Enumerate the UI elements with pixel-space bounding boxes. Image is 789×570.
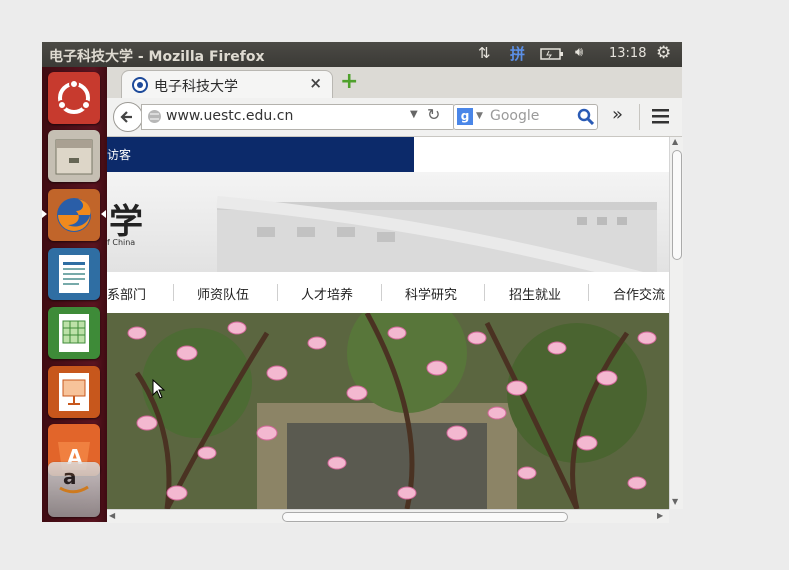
horizontal-scrollbar[interactable]: ◀ ▶ [107, 509, 669, 523]
navigation-bar: www.uestc.edu.cn ▼ ↻ g ▼ Google » [107, 98, 682, 137]
magnolia-tree-image [107, 313, 669, 509]
campus-building-image [216, 196, 657, 272]
search-icon[interactable] [577, 108, 594, 125]
magnolia-photo [107, 313, 669, 509]
menu-item-cooperation[interactable]: 合作交流 [613, 284, 665, 303]
ubuntu-dash-icon[interactable] [48, 72, 100, 124]
menu-item-admissions[interactable]: 招生就业 [509, 284, 561, 303]
toolbar-divider [639, 104, 640, 130]
vertical-scrollbar[interactable]: ▲ ▼ [669, 137, 683, 509]
logo-glyph: 学 [109, 202, 143, 242]
menu-separator [484, 284, 485, 301]
menu-separator [381, 284, 382, 301]
search-placeholder: Google [490, 108, 540, 124]
menu-separator [173, 284, 174, 301]
scroll-up-icon[interactable]: ▲ [672, 137, 678, 146]
header-banner: 学 f China [107, 172, 669, 272]
search-box[interactable]: g ▼ Google [453, 104, 598, 130]
scroll-right-icon[interactable]: ▶ [657, 511, 663, 520]
input-method-indicator[interactable]: 拼 [510, 43, 525, 64]
new-tab-button[interactable]: + [340, 69, 358, 94]
svg-text:a: a [63, 465, 77, 489]
window-title: 电子科技大学 - Mozilla Firefox [49, 49, 265, 65]
menu-separator [588, 284, 589, 301]
top-panel: 电子科技大学 - Mozilla Firefox ⇅ 拼 🔊︎ 13:18 ⚙ [42, 42, 682, 67]
vertical-scroll-thumb[interactable] [672, 150, 682, 260]
menu-separator [277, 284, 278, 301]
launcher: A a [42, 67, 107, 522]
writer-icon[interactable] [48, 248, 100, 300]
impress-icon[interactable] [48, 366, 100, 418]
scroll-left-icon[interactable]: ◀ [109, 511, 115, 520]
mouse-cursor-icon [152, 379, 166, 399]
battery-icon[interactable] [540, 47, 564, 65]
focus-indicator [101, 210, 106, 218]
scroll-down-icon[interactable]: ▼ [672, 497, 678, 506]
network-icon[interactable]: ⇅ [478, 44, 491, 62]
files-icon[interactable] [48, 130, 100, 182]
url-text: www.uestc.edu.cn [166, 108, 294, 124]
reload-icon[interactable]: ↻ [427, 105, 440, 124]
firefox-icon[interactable] [48, 189, 100, 241]
scroll-corner [669, 509, 682, 522]
top-link-bar: 访客 [107, 137, 414, 172]
logo-subtitle: f China [107, 238, 136, 247]
menu-item-education[interactable]: 人才培养 [301, 284, 353, 303]
page-content: 访客 学 f China 系部门 师资队伍 人才培养 科学研究 招生就业 合作交… [107, 137, 669, 509]
back-button[interactable] [113, 102, 143, 132]
clock[interactable]: 13:18 [609, 46, 646, 61]
tab-active[interactable]: 电子科技大学 × [121, 70, 333, 99]
engine-dropdown-icon[interactable]: ▼ [476, 111, 483, 121]
gear-icon[interactable]: ⚙ [656, 43, 671, 63]
url-bar[interactable]: www.uestc.edu.cn ▼ ↻ [141, 104, 455, 130]
site-menu: 系部门 师资队伍 人才培养 科学研究 招生就业 合作交流 [107, 272, 669, 313]
site-favicon [132, 77, 148, 93]
tab-close-button[interactable]: × [309, 74, 322, 92]
visitor-link[interactable]: 访客 [107, 146, 131, 163]
url-dropdown-icon[interactable]: ▼ [410, 109, 418, 120]
volume-icon[interactable]: 🔊︎ [575, 45, 583, 60]
amazon-icon[interactable]: a [48, 462, 100, 517]
menu-item-research[interactable]: 科学研究 [405, 284, 457, 303]
google-engine-icon[interactable]: g [457, 108, 473, 125]
horizontal-scroll-thumb[interactable] [282, 512, 568, 522]
tab-title: 电子科技大学 [154, 79, 238, 95]
tab-bar: 电子科技大学 × + [107, 67, 682, 99]
menu-item-departments[interactable]: 系部门 [107, 284, 146, 303]
menu-icon[interactable] [652, 108, 670, 124]
calc-icon[interactable] [48, 307, 100, 359]
active-indicator [42, 210, 47, 218]
overflow-button[interactable]: » [612, 104, 623, 125]
globe-icon [148, 110, 161, 123]
menu-item-faculty[interactable]: 师资队伍 [197, 284, 249, 303]
